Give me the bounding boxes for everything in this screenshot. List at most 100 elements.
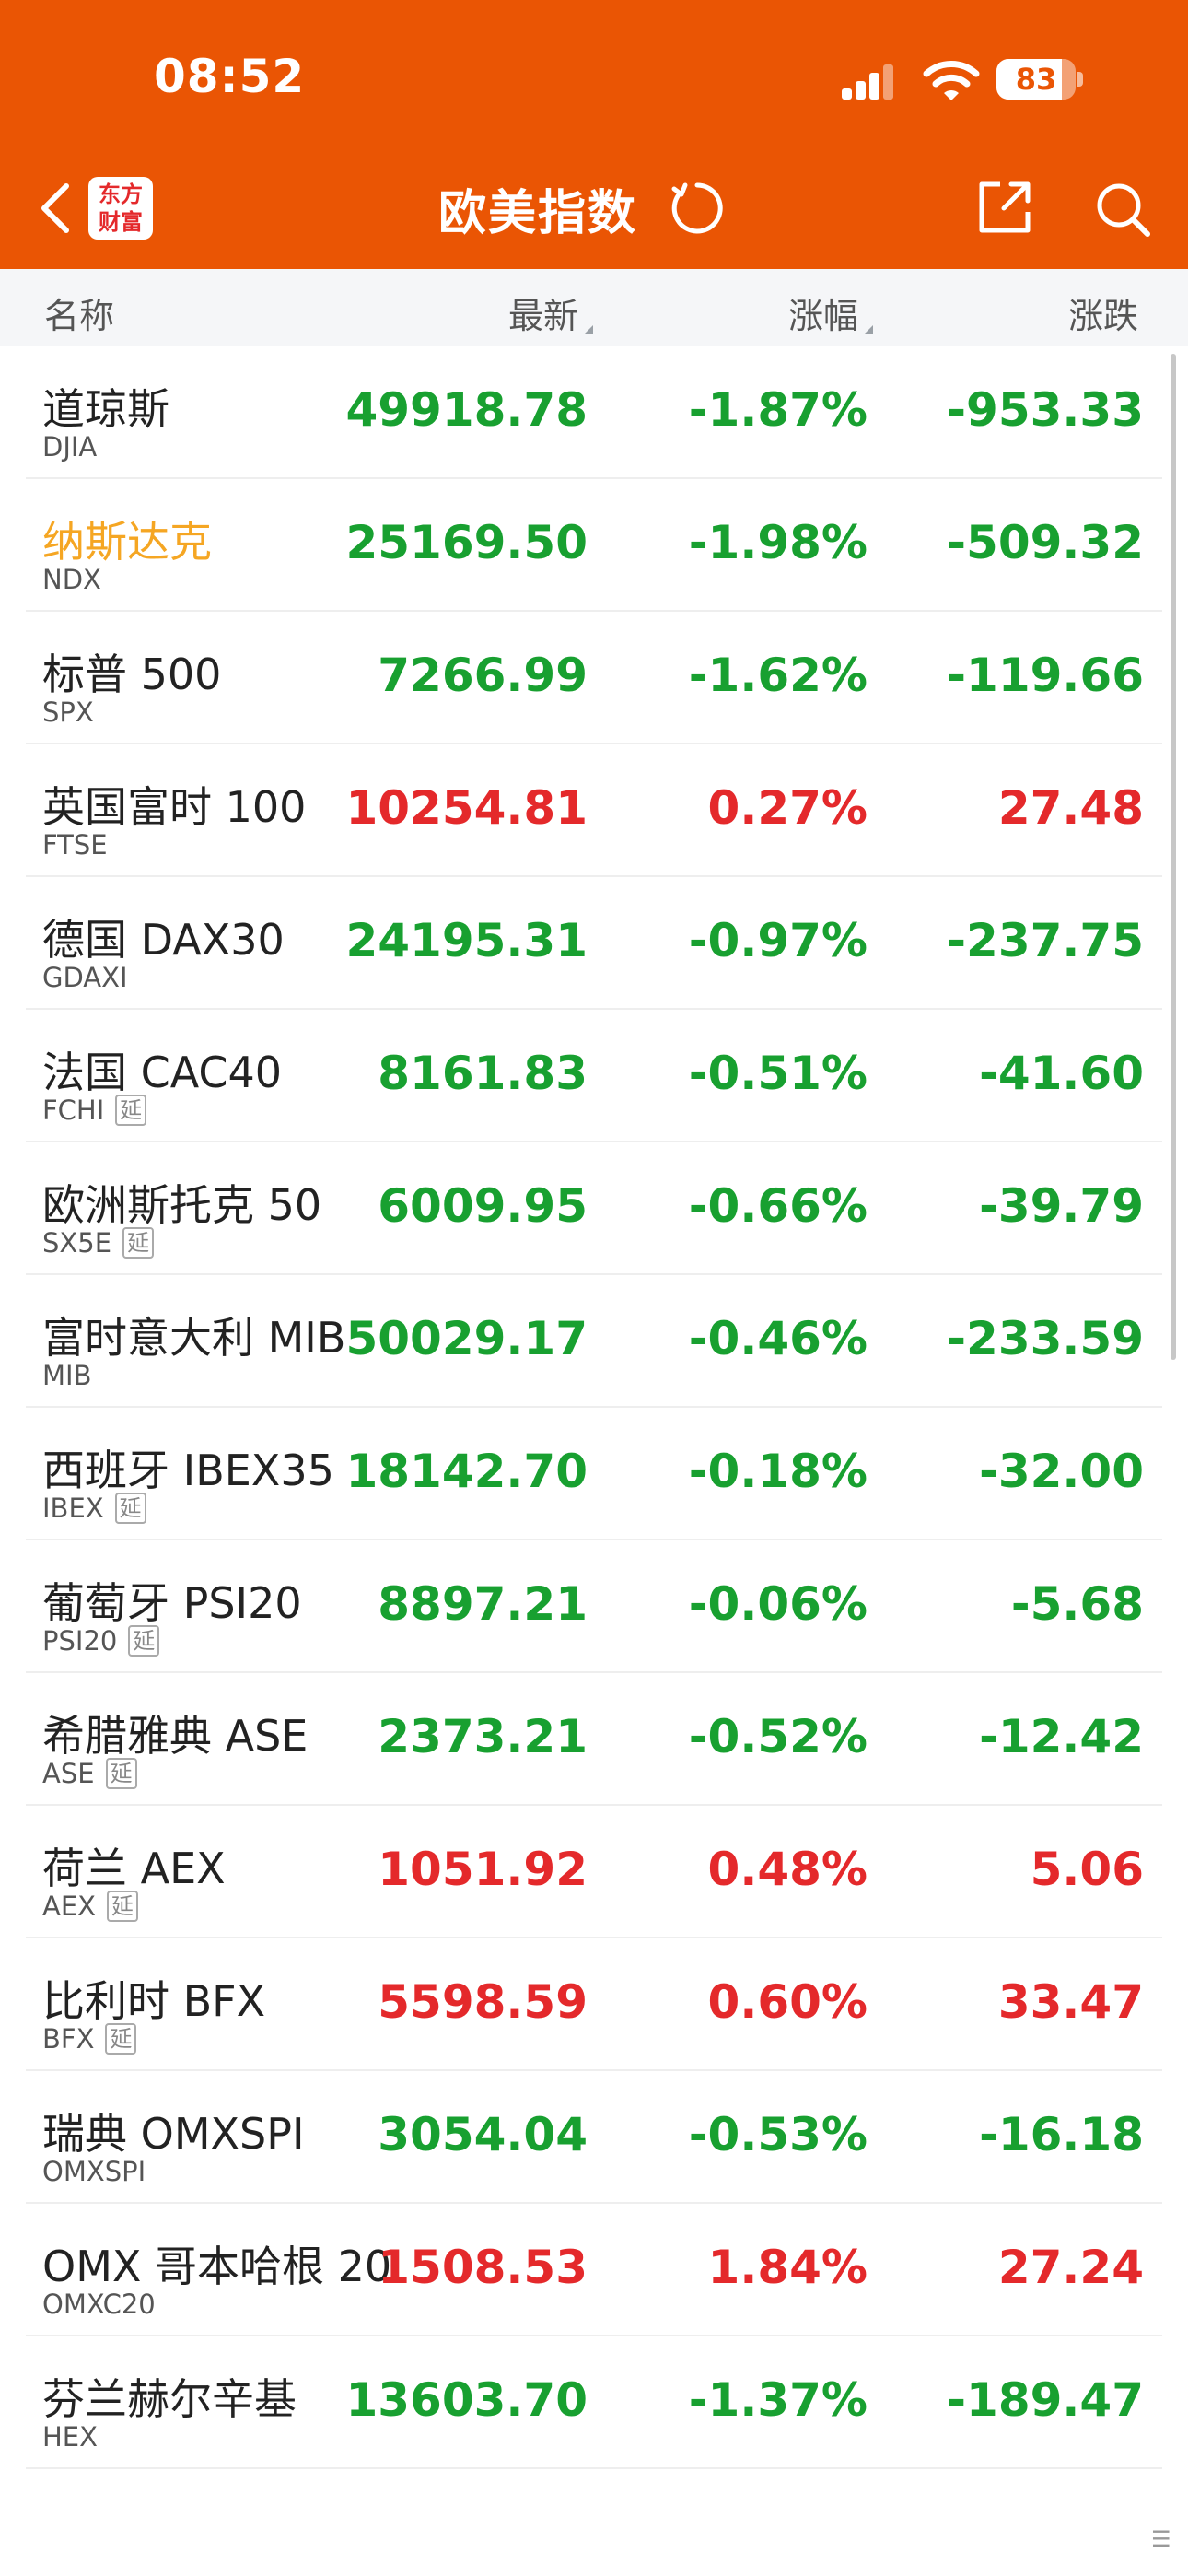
latest-price: 1508.53	[378, 2241, 588, 2294]
index-name: 英国富时 100	[42, 782, 307, 832]
index-row[interactable]: 西班牙 IBEX35 IBEX 延 18142.70 -0.18% -32.00	[0, 1408, 1188, 1540]
index-name: OMX 哥本哈根 20	[42, 2242, 392, 2291]
index-row[interactable]: 希腊雅典 ASE ASE 延 2373.21 -0.52% -12.42	[0, 1673, 1188, 1806]
col-latest-label: 最新	[508, 296, 579, 336]
index-code-group: BFX 延	[42, 2023, 137, 2055]
delayed-badge: 延	[105, 1758, 137, 1789]
index-code: FTSE	[42, 829, 108, 861]
sort-icon	[584, 325, 594, 334]
change-amount: -189.47	[947, 2373, 1144, 2427]
index-code: IBEX	[42, 1493, 104, 1524]
index-code-group: MIB	[42, 1360, 91, 1391]
scrollbar[interactable]	[1171, 354, 1176, 1360]
index-row[interactable]: 德国 DAX30 GDAXI 24195.31 -0.97% -237.75	[0, 877, 1188, 1010]
back-chevron-icon[interactable]	[35, 181, 76, 236]
index-row[interactable]: 葡萄牙 PSI20 PSI20 延 8897.21 -0.06% -5.68	[0, 1540, 1188, 1673]
index-code-group: SPX	[42, 697, 94, 728]
change-percent: 0.48%	[707, 1843, 868, 1896]
index-code: PSI20	[42, 1625, 118, 1657]
change-amount: 33.47	[997, 1975, 1144, 2029]
change-amount: -16.18	[979, 2108, 1144, 2161]
change-percent: -0.97%	[688, 914, 868, 967]
index-code-group: FTSE	[42, 829, 108, 861]
delayed-badge: 延	[107, 1891, 139, 1922]
change-amount: -509.32	[947, 516, 1144, 569]
index-name: 法国 CAC40	[42, 1048, 283, 1097]
change-amount: -39.79	[979, 1179, 1144, 1233]
latest-price: 3054.04	[378, 2108, 588, 2161]
delayed-badge: 延	[105, 2023, 137, 2055]
refresh-icon[interactable]	[669, 180, 726, 237]
latest-price: 6009.95	[378, 1179, 588, 1233]
index-name: 道琼斯	[42, 384, 169, 434]
index-list: 道琼斯 DJIA 49918.78 -1.87% -953.33 纳斯达克 NDX 25169…	[0, 346, 1188, 2469]
change-amount: -41.60	[979, 1047, 1144, 1100]
title-group: 欧美指数	[438, 175, 726, 241]
change-amount: -5.68	[1010, 1577, 1144, 1631]
change-percent: 0.27%	[707, 781, 868, 835]
index-code: BFX	[42, 2023, 95, 2055]
page-title: 欧美指数	[438, 185, 638, 241]
index-name: 瑞典 OMXSPI	[42, 2109, 305, 2159]
index-row[interactable]: 比利时 BFX BFX 延 5598.59 0.60% 33.47	[0, 1938, 1188, 2071]
index-row[interactable]: 标普 500 SPX 7266.99 -1.62% -119.66	[0, 612, 1188, 744]
change-percent: -0.06%	[688, 1577, 868, 1631]
index-code-group: SX5E 延	[42, 1227, 155, 1259]
index-code-group: NDX	[42, 564, 101, 595]
change-amount: -953.33	[947, 383, 1144, 437]
index-name: 纳斯达克	[42, 517, 212, 567]
app-logo[interactable]: 东方 财富	[88, 177, 153, 240]
delayed-badge: 延	[122, 1227, 155, 1259]
col-change-label[interactable]: 涨跌	[1068, 287, 1138, 338]
index-row[interactable]: 瑞典 OMXSPI OMXSPI 3054.04 -0.53% -16.18	[0, 2071, 1188, 2204]
index-name: 德国 DAX30	[42, 915, 285, 965]
latest-price: 2373.21	[378, 1710, 588, 1763]
index-row[interactable]: 纳斯达克 NDX 25169.50 -1.98% -509.32	[0, 479, 1188, 612]
index-row[interactable]: 道琼斯 DJIA 49918.78 -1.87% -953.33	[0, 346, 1188, 479]
index-name: 葡萄牙 PSI20	[42, 1578, 302, 1628]
index-code: MIB	[42, 1360, 92, 1391]
change-amount: -233.59	[947, 1312, 1144, 1365]
col-change-pct-sort[interactable]: 涨幅	[788, 287, 874, 338]
index-row[interactable]: 芬兰赫尔辛基 HEX 13603.70 -1.37% -189.47	[0, 2336, 1188, 2469]
index-row[interactable]: OMX 哥本哈根 20 OMXC20 1508.53 1.84% 27.24	[0, 2204, 1188, 2336]
index-row[interactable]: 法国 CAC40 FCHI 延 8161.83 -0.51% -41.60	[0, 1010, 1188, 1142]
wifi-icon	[923, 61, 980, 100]
delayed-badge: 延	[115, 1095, 147, 1126]
index-code: SPX	[42, 697, 94, 728]
change-percent: -1.98%	[688, 516, 868, 569]
delayed-badge: 延	[128, 1625, 160, 1657]
change-percent: -1.37%	[688, 2373, 868, 2427]
search-icon[interactable]	[1094, 181, 1151, 238]
latest-price: 50029.17	[345, 1312, 588, 1365]
index-code-group: IBEX 延	[42, 1493, 146, 1524]
cellular-signal-icon	[842, 63, 895, 100]
battery-cap	[1077, 72, 1083, 87]
logo-line-1: 东方	[99, 181, 143, 207]
sort-icon	[864, 325, 874, 334]
index-code: OMXC20	[42, 2289, 156, 2320]
list-icon[interactable]: ☰	[1151, 2526, 1179, 2554]
index-code-group: PSI20 延	[42, 1625, 160, 1657]
change-percent: -1.62%	[688, 649, 868, 702]
index-row[interactable]: 英国富时 100 FTSE 10254.81 0.27% 27.48	[0, 744, 1188, 877]
column-header: 名称 最新 涨幅 涨跌	[0, 269, 1188, 346]
index-code: NDX	[42, 564, 101, 595]
latest-price: 13603.70	[345, 2373, 588, 2427]
latest-price: 1051.92	[378, 1843, 588, 1896]
index-row[interactable]: 富时意大利 MIB MIB 50029.17 -0.46% -233.59	[0, 1275, 1188, 1408]
index-code: GDAXI	[42, 962, 128, 993]
change-amount: 27.48	[997, 781, 1144, 835]
index-row[interactable]: 荷兰 AEX AEX 延 1051.92 0.48% 5.06	[0, 1806, 1188, 1938]
latest-price: 5598.59	[378, 1975, 588, 2029]
latest-price: 8161.83	[378, 1047, 588, 1100]
index-code-group: OMXSPI	[42, 2156, 146, 2187]
col-latest-sort[interactable]: 最新	[508, 287, 594, 338]
index-name: 西班牙 IBEX35	[42, 1446, 334, 1495]
share-icon[interactable]	[974, 177, 1035, 238]
index-row[interactable]: 欧洲斯托克 50 SX5E 延 6009.95 -0.66% -39.79	[0, 1142, 1188, 1275]
index-name: 富时意大利 MIB	[42, 1313, 346, 1363]
change-percent: -0.51%	[688, 1047, 868, 1100]
change-percent: 1.84%	[707, 2241, 868, 2294]
latest-price: 18142.70	[345, 1445, 588, 1498]
